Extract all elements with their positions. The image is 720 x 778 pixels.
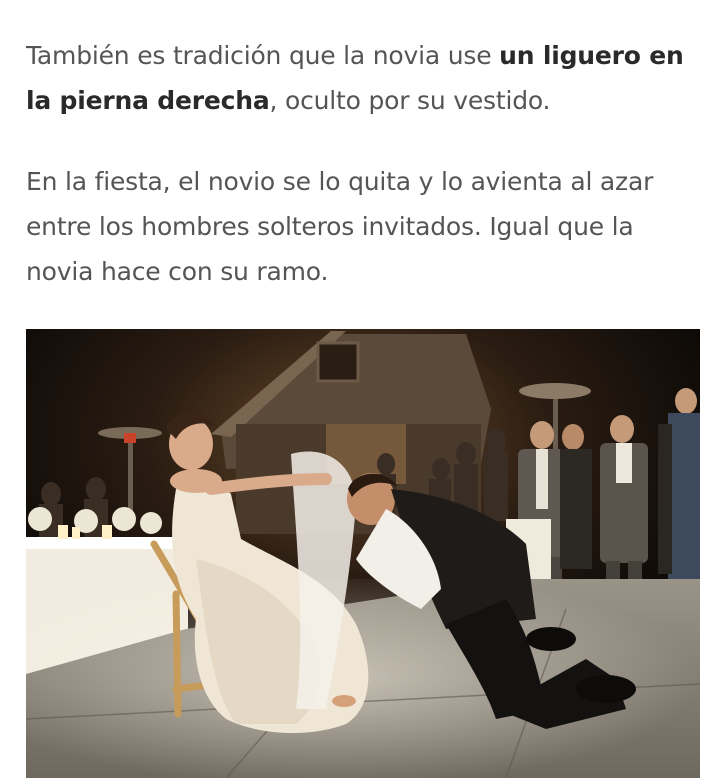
- paragraph1-text-end: , oculto por su vestido.: [269, 86, 551, 115]
- paragraph-garter-toss: En la fiesta, el novio se lo quita y lo …: [26, 167, 654, 286]
- paragraph1-text-start: También es tradición que la novia use: [26, 41, 500, 70]
- wedding-garter-photo: [26, 329, 700, 778]
- paragraph-garter-tradition: También es tradición que la novia use un…: [26, 33, 700, 123]
